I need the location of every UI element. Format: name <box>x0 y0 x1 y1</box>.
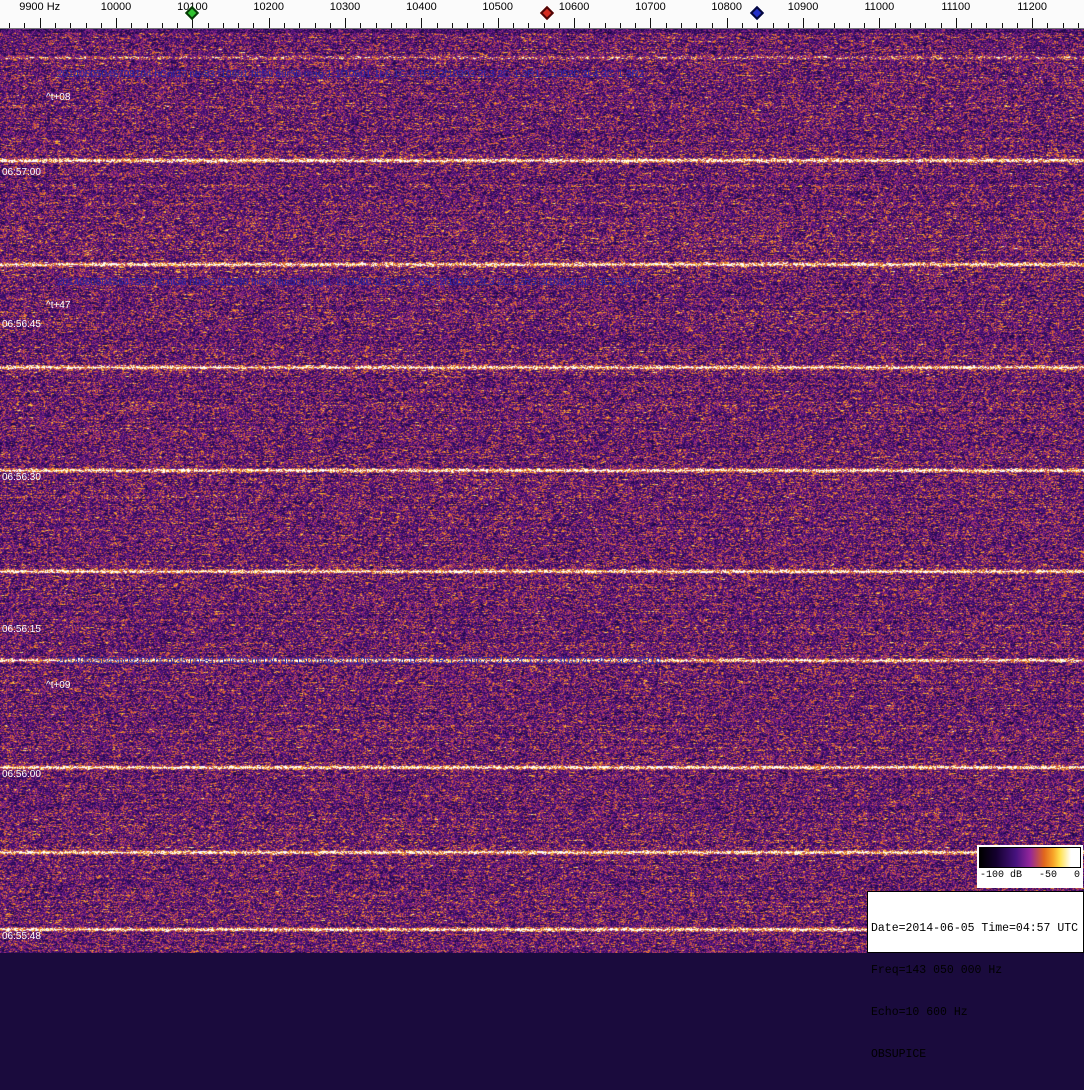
freq-minor-tick <box>528 23 529 28</box>
freq-minor-tick <box>360 23 361 28</box>
freq-major-tick <box>803 18 804 28</box>
freq-minor-tick <box>742 23 743 28</box>
colorbar-legend: -100 dB -50 0 <box>977 845 1083 888</box>
freq-tick-label: 10700 <box>635 1 666 13</box>
freq-minor-tick <box>757 23 758 28</box>
spectrogram-app: 9900 Hz100001010010200103001040010500106… <box>0 0 1084 953</box>
freq-minor-tick <box>376 23 377 28</box>
freq-minor-tick <box>452 23 453 28</box>
freq-minor-tick <box>406 23 407 28</box>
freq-tick-label: 10600 <box>559 1 590 13</box>
freq-minor-tick <box>131 23 132 28</box>
freq-minor-tick <box>101 23 102 28</box>
freq-minor-tick <box>1017 23 1018 28</box>
freq-minor-tick <box>1047 23 1048 28</box>
info-date-time: Date=2014-06-05 Time=04:57 UTC <box>871 922 1083 936</box>
freq-tick-label: 10800 <box>711 1 742 13</box>
colorbar-labels: -100 dB -50 0 <box>979 868 1081 881</box>
freq-minor-tick <box>818 23 819 28</box>
colorbar-gradient <box>979 847 1081 868</box>
freq-major-tick <box>345 18 346 28</box>
freq-tick-label: 10300 <box>330 1 361 13</box>
colorbar-mid-label: -50 <box>1039 870 1057 881</box>
freq-minor-tick <box>162 23 163 28</box>
freq-minor-tick <box>986 23 987 28</box>
freq-tick-label: 11000 <box>865 1 895 13</box>
freq-minor-tick <box>589 23 590 28</box>
freq-minor-tick <box>895 23 896 28</box>
colorbar-max-label: 0 <box>1074 870 1080 881</box>
freq-major-tick <box>116 18 117 28</box>
freq-minor-tick <box>681 23 682 28</box>
info-echo: Echo=10 600 Hz <box>871 1006 1083 1020</box>
freq-minor-tick <box>55 23 56 28</box>
freq-tick-label: 11100 <box>941 1 970 13</box>
freq-minor-tick <box>299 23 300 28</box>
colorbar-min-label: -100 dB <box>980 870 1022 881</box>
freq-minor-tick <box>834 23 835 28</box>
freq-tick-label: 10000 <box>101 1 132 13</box>
freq-minor-tick <box>223 23 224 28</box>
freq-minor-tick <box>483 23 484 28</box>
freq-minor-tick <box>315 23 316 28</box>
freq-minor-tick <box>910 23 911 28</box>
freq-major-tick <box>498 18 499 28</box>
freq-minor-tick <box>208 23 209 28</box>
blue-freq-marker-diamond[interactable] <box>750 6 764 20</box>
freq-minor-tick <box>605 23 606 28</box>
freq-major-tick <box>1032 18 1033 28</box>
freq-minor-tick <box>467 23 468 28</box>
freq-tick-label: 10400 <box>406 1 437 13</box>
red-freq-marker-diamond[interactable] <box>540 6 554 20</box>
freq-minor-tick <box>1078 23 1079 28</box>
freq-minor-tick <box>330 23 331 28</box>
freq-tick-label: 10200 <box>253 1 284 13</box>
freq-major-tick <box>727 18 728 28</box>
freq-minor-tick <box>284 23 285 28</box>
freq-minor-tick <box>864 23 865 28</box>
freq-minor-tick <box>971 23 972 28</box>
freq-minor-tick <box>70 23 71 28</box>
freq-minor-tick <box>147 23 148 28</box>
freq-minor-tick <box>9 23 10 28</box>
frequency-scale: 9900 Hz100001010010200103001040010500106… <box>0 0 1084 29</box>
freq-tick-label: 10500 <box>482 1 513 13</box>
freq-tick-label: 9900 Hz <box>19 1 60 13</box>
freq-minor-tick <box>712 23 713 28</box>
freq-minor-tick <box>24 23 25 28</box>
observation-info-box: Date=2014-06-05 Time=04:57 UTC Freq=143 … <box>867 891 1084 953</box>
freq-minor-tick <box>941 23 942 28</box>
freq-major-tick <box>40 18 41 28</box>
freq-minor-tick <box>86 23 87 28</box>
freq-minor-tick <box>253 23 254 28</box>
freq-minor-tick <box>1063 23 1064 28</box>
freq-major-tick <box>421 18 422 28</box>
freq-major-tick <box>650 18 651 28</box>
info-frequency: Freq=143 050 000 Hz <box>871 964 1083 978</box>
freq-minor-tick <box>391 23 392 28</box>
freq-major-tick <box>574 18 575 28</box>
freq-minor-tick <box>1002 23 1003 28</box>
info-station: OBSUPICE <box>871 1048 1083 1062</box>
freq-tick-label: 11200 <box>1017 1 1047 13</box>
freq-minor-tick <box>666 23 667 28</box>
freq-tick-label: 10900 <box>788 1 819 13</box>
freq-minor-tick <box>773 23 774 28</box>
freq-minor-tick <box>513 23 514 28</box>
freq-minor-tick <box>849 23 850 28</box>
freq-minor-tick <box>635 23 636 28</box>
freq-minor-tick <box>238 23 239 28</box>
waterfall-spectrogram-canvas <box>0 28 1084 953</box>
freq-minor-tick <box>544 23 545 28</box>
freq-major-tick <box>879 18 880 28</box>
freq-minor-tick <box>788 23 789 28</box>
freq-major-tick <box>269 18 270 28</box>
freq-minor-tick <box>177 23 178 28</box>
freq-minor-tick <box>437 23 438 28</box>
freq-major-tick <box>956 18 957 28</box>
freq-minor-tick <box>696 23 697 28</box>
freq-minor-tick <box>620 23 621 28</box>
freq-minor-tick <box>559 23 560 28</box>
freq-minor-tick <box>925 23 926 28</box>
